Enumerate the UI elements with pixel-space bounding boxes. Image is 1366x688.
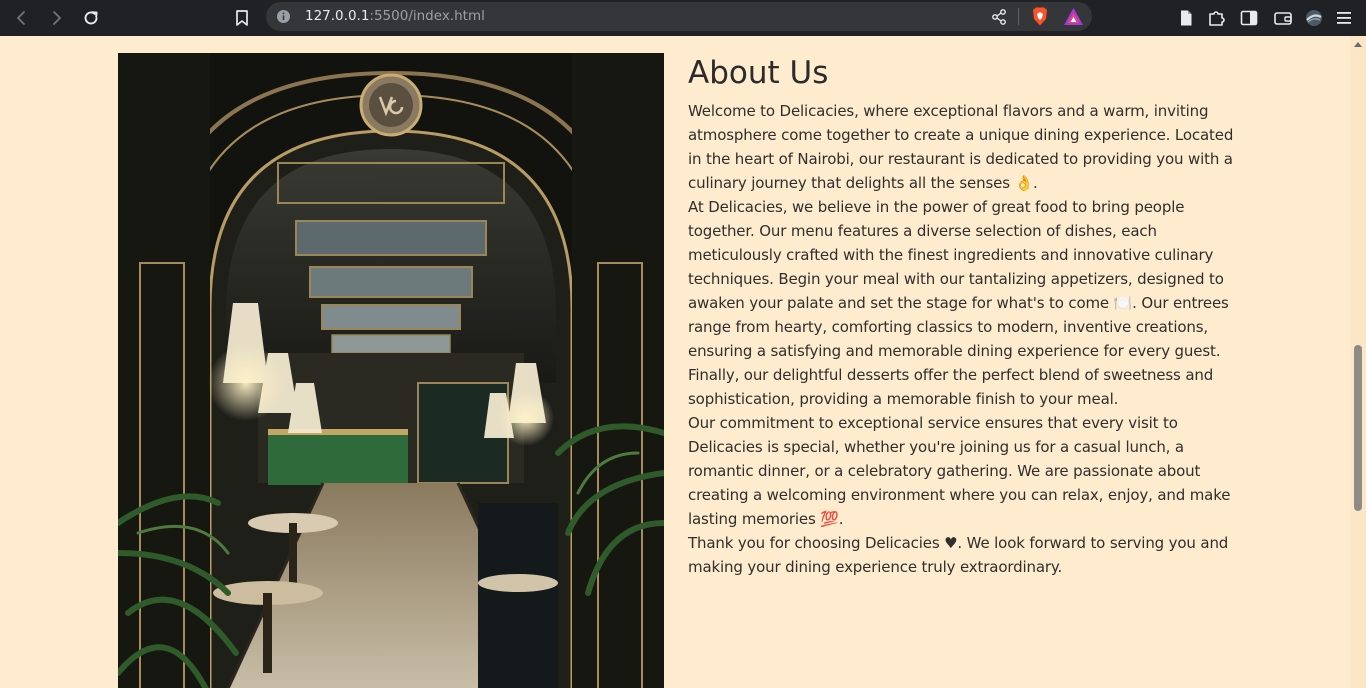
url-text[interactable]: 127.0.0.1:5500/index.html [305,8,485,24]
hamburger-menu-icon [1337,12,1351,24]
sidebar-icon [1240,10,1258,26]
menu-button[interactable] [1330,4,1358,32]
bookmark-icon [236,10,248,26]
address-bar[interactable]: 127.0.0.1:5500/index.html [266,2,1092,31]
about-paragraph-thanks: Thank you for choosing Delicacies ♥. We … [688,534,1229,576]
extensions-button[interactable] [1203,4,1231,32]
avatar-icon [1306,10,1322,26]
about-paragraph-welcome: Welcome to Delicacies, where exceptional… [688,102,1234,192]
about-paragraph-service: Our commitment to exceptional service en… [688,414,1231,528]
reload-icon [84,11,98,25]
bookmark-button[interactable] [228,4,256,32]
arrow-left-icon [17,11,25,25]
restaurant-interior-image [118,53,664,688]
share-icon[interactable] [990,8,1008,26]
arrow-right-icon [53,11,61,25]
about-paragraph-menu: At Delicacies, we believe in the power o… [688,198,1229,408]
about-title: About Us [688,55,829,91]
page-scrollbar[interactable] [1350,36,1366,688]
about-section: About Us Welcome to Delicacies, where ex… [688,54,1248,579]
wallet-button[interactable] [1269,4,1297,32]
back-button[interactable] [8,4,36,32]
sidebar-button[interactable] [1235,4,1263,32]
address-bar-divider [1018,8,1019,25]
url-host: 127.0.0.1 [305,8,370,24]
wallet-icon [1274,12,1292,25]
url-path: :5500/index.html [369,8,485,24]
puzzle-icon [1209,11,1225,26]
profile-button[interactable] [1300,4,1328,32]
brave-rewards-icon[interactable] [1063,7,1084,26]
site-info-icon[interactable] [276,9,291,24]
reload-button[interactable] [77,4,105,32]
scrollbar-thumb[interactable] [1354,345,1362,511]
page-icon [1181,10,1192,26]
browser-toolbar: 127.0.0.1:5500/index.html [0,0,1366,36]
brave-shields-icon[interactable] [1030,6,1050,27]
scroll-up-arrow-icon[interactable] [1354,42,1362,47]
restaurant-interior-illustration [118,53,664,688]
reader-mode-button[interactable] [1172,4,1200,32]
forward-button[interactable] [42,4,70,32]
